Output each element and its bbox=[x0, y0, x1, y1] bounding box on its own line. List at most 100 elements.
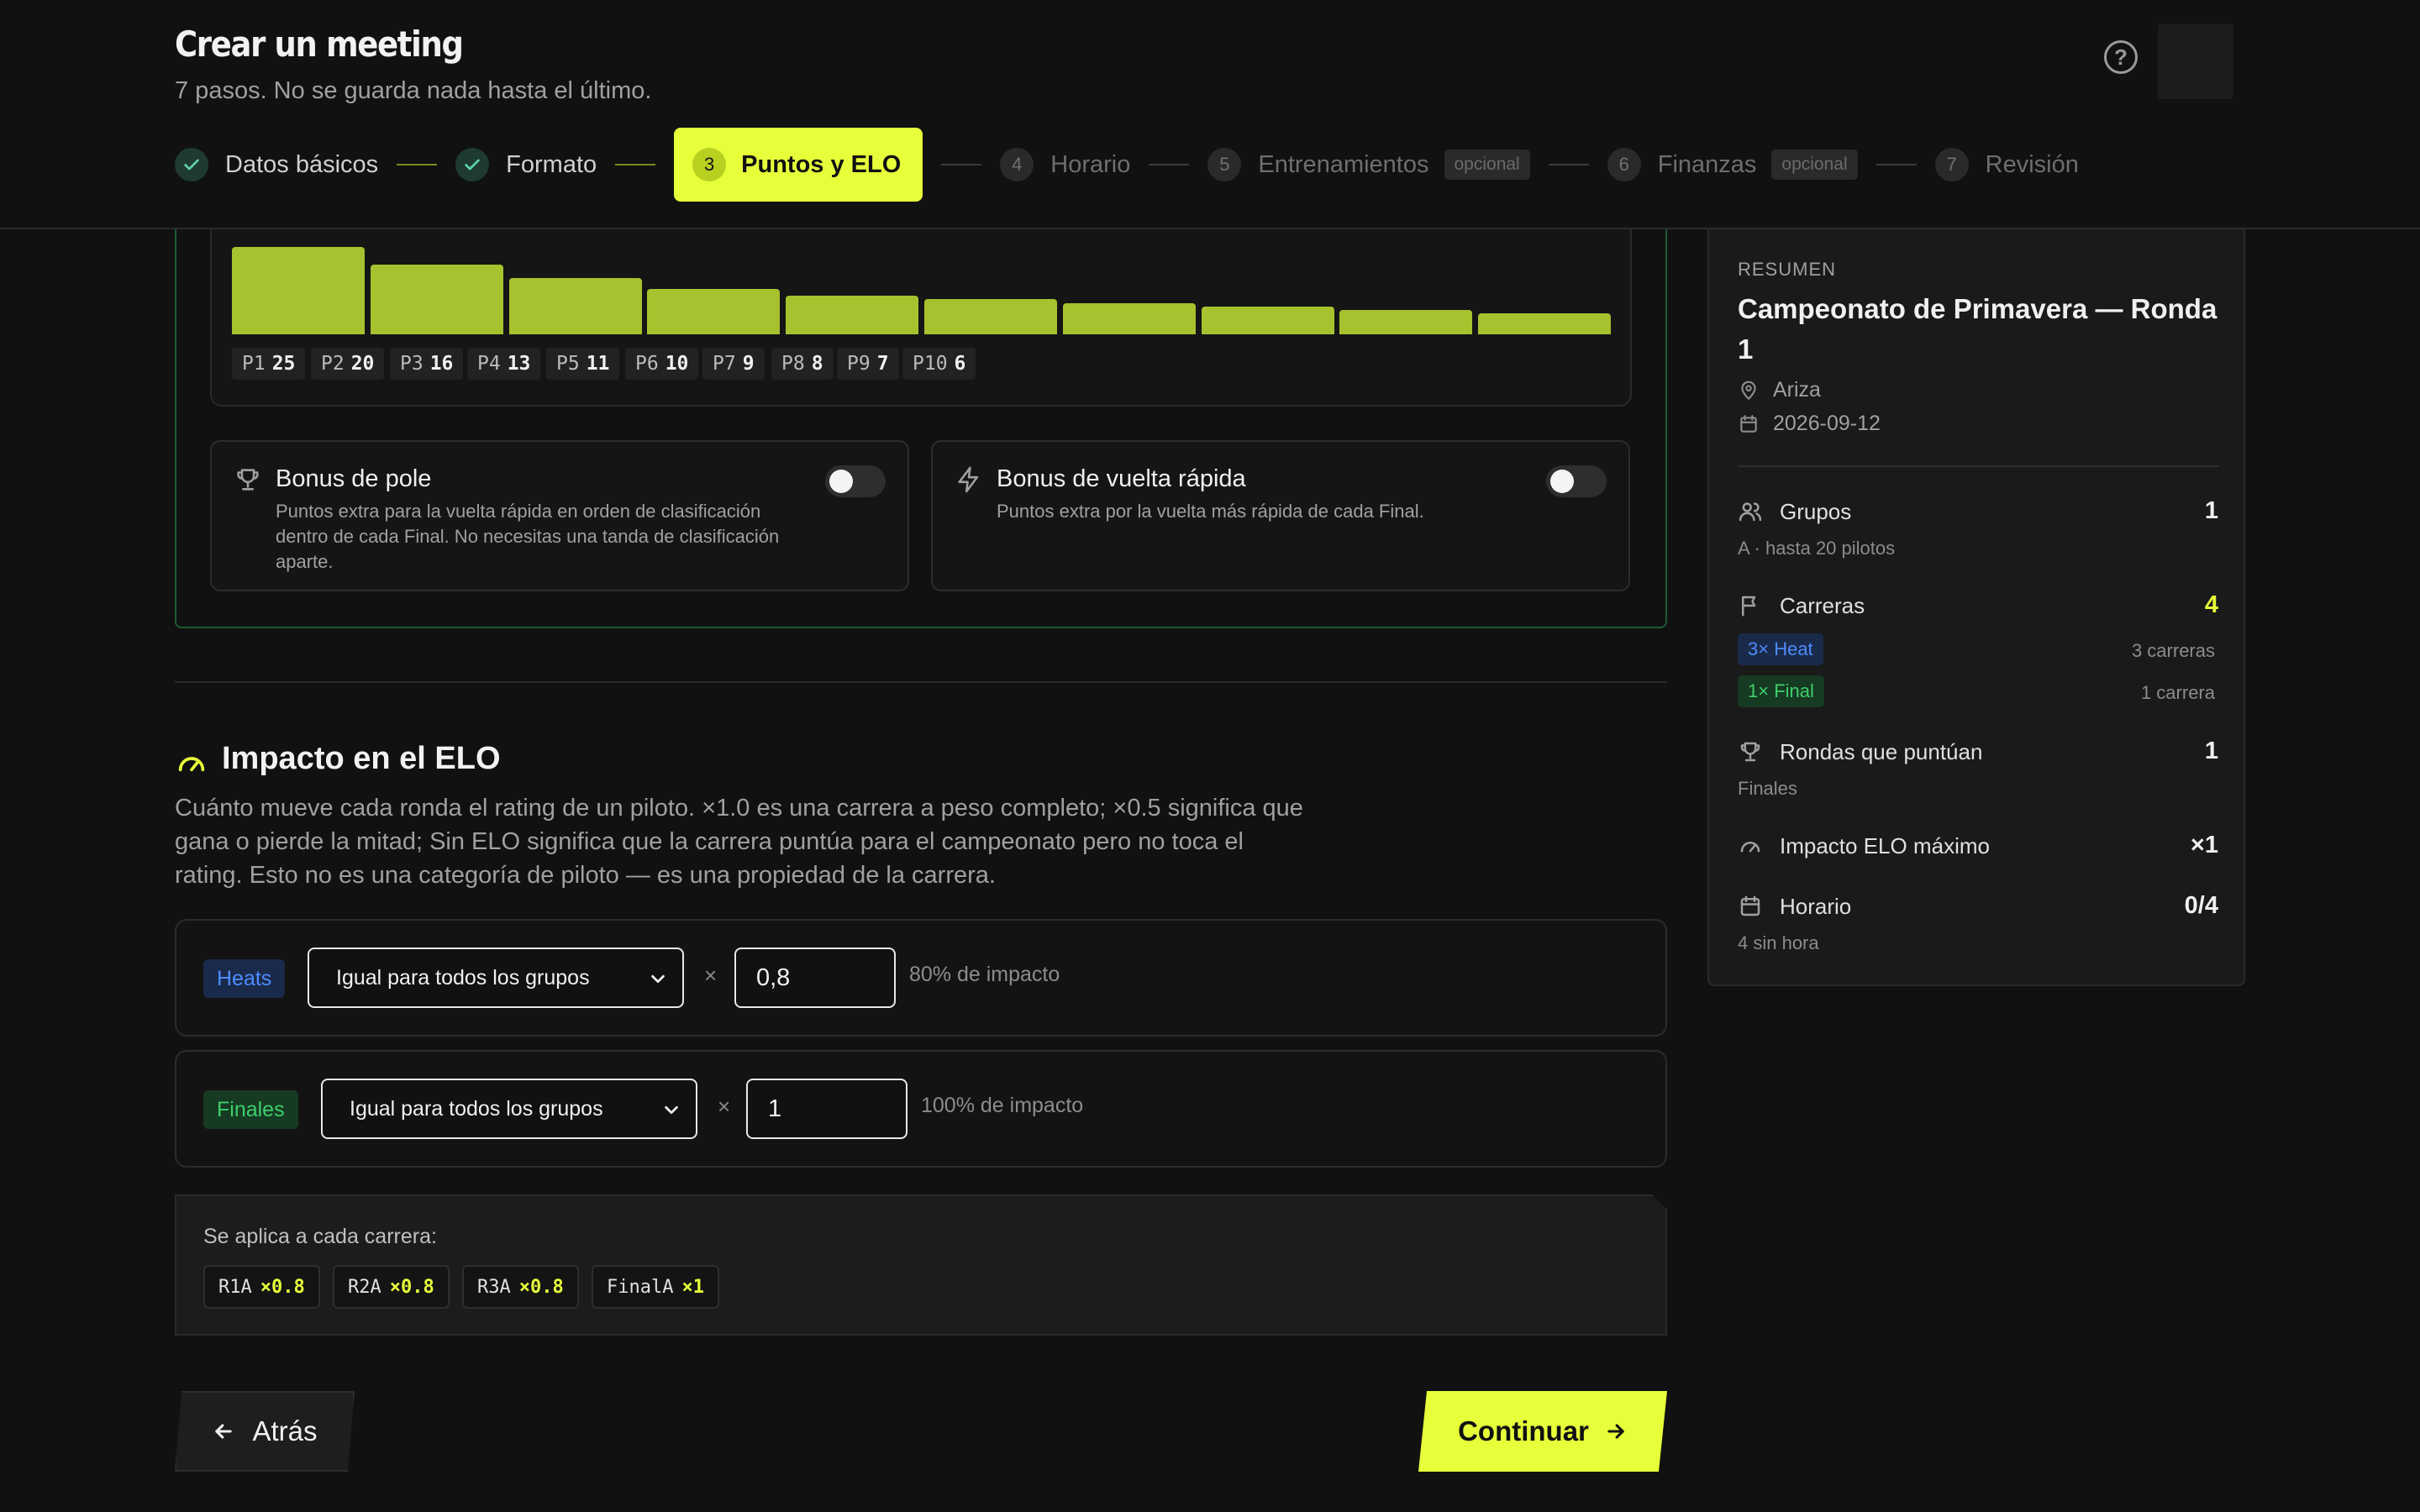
points-bar bbox=[924, 299, 1057, 334]
page-title: Crear un meeting bbox=[175, 24, 464, 65]
race-mult: ×0.8 bbox=[260, 1276, 305, 1298]
help-button[interactable]: ? bbox=[2104, 40, 2138, 74]
users-icon bbox=[1739, 502, 1762, 522]
position-points: 9 bbox=[742, 353, 755, 375]
gauge-icon bbox=[178, 757, 205, 772]
apply-label: Se aplica a cada carrera: bbox=[203, 1225, 437, 1248]
step-revision[interactable]: 7 Revisión bbox=[1934, 128, 2079, 202]
position-label: P6 bbox=[635, 353, 659, 375]
step-datos-basicos[interactable]: Datos básicos bbox=[175, 128, 378, 202]
step-connector bbox=[1876, 164, 1917, 165]
position-points: 7 bbox=[876, 353, 889, 375]
step-puntos-elo[interactable]: 3 Puntos y ELO bbox=[674, 128, 923, 202]
points-bar bbox=[1062, 303, 1196, 334]
position-chip: P3 16 bbox=[390, 348, 464, 380]
date-text: 2026-09-12 bbox=[1773, 412, 1881, 435]
position-chip: P6 10 bbox=[625, 348, 699, 380]
position-chip: P4 13 bbox=[467, 348, 541, 380]
position-points: 11 bbox=[586, 353, 610, 375]
points-bar bbox=[1339, 310, 1473, 334]
finales-multiplier-input[interactable]: 1 bbox=[746, 1079, 908, 1139]
race-name: R2A bbox=[348, 1276, 381, 1298]
scoring-sub: Finales bbox=[1738, 778, 1797, 799]
step-number: 3 bbox=[692, 148, 727, 181]
step-label: Formato bbox=[506, 150, 597, 178]
position-chip: P10 6 bbox=[902, 348, 976, 380]
step-horario[interactable]: 4 Horario bbox=[1000, 128, 1130, 202]
position-label: P7 bbox=[713, 353, 736, 375]
summary-date: 2026-09-12 bbox=[1738, 412, 1881, 436]
race-mult: ×0.8 bbox=[518, 1276, 564, 1298]
trophy-icon bbox=[237, 469, 259, 491]
race-mult: ×0.8 bbox=[389, 1276, 434, 1298]
position-chip: P5 11 bbox=[546, 348, 620, 380]
position-label: P1 bbox=[242, 353, 266, 375]
position-points: 16 bbox=[429, 353, 454, 375]
multiply-sign: × bbox=[704, 963, 718, 988]
heats-group-select[interactable]: Igual para todos los grupos bbox=[308, 948, 684, 1008]
position-chip: P9 7 bbox=[837, 348, 899, 380]
races-label: Carreras bbox=[1780, 593, 1865, 618]
check-icon bbox=[175, 148, 208, 181]
bonus-fastest-lap-title: Bonus de vuelta rápida bbox=[997, 465, 1246, 492]
schedule-sub: 4 sin hora bbox=[1738, 932, 1819, 953]
summary-schedule-row: Horario 0/4 bbox=[1738, 890, 2218, 924]
step-entrenamientos[interactable]: 5 Entrenamientos opcional bbox=[1207, 128, 1530, 202]
final-pill: 1× Final bbox=[1738, 675, 1824, 707]
select-value: Igual para todos los grupos bbox=[336, 965, 590, 990]
position-label: P4 bbox=[477, 353, 501, 375]
continue-label: Continuar bbox=[1458, 1415, 1589, 1446]
position-chip: P2 20 bbox=[311, 348, 385, 380]
step-number: 5 bbox=[1207, 148, 1242, 181]
step-connector bbox=[941, 164, 982, 165]
bonus-pole-toggle[interactable] bbox=[825, 465, 886, 497]
calendar-icon bbox=[1740, 895, 1760, 916]
points-bar bbox=[786, 296, 919, 334]
chevron-down-icon bbox=[651, 974, 665, 984]
step-number: 7 bbox=[1934, 148, 1969, 181]
step-label: Horario bbox=[1050, 150, 1131, 178]
continue-button[interactable]: Continuar bbox=[1418, 1391, 1667, 1472]
avatar[interactable] bbox=[2158, 24, 2233, 99]
groups-sub: A · hasta 20 pilotos bbox=[1738, 538, 1896, 559]
optional-badge: opcional bbox=[1771, 150, 1858, 180]
points-bar bbox=[1478, 313, 1612, 334]
position-points: 10 bbox=[665, 353, 689, 375]
finales-group-select[interactable]: Igual para todos los grupos bbox=[321, 1079, 697, 1139]
step-connector bbox=[1548, 164, 1589, 165]
heats-multiplier-input[interactable]: 0,8 bbox=[734, 948, 896, 1008]
step-finanzas[interactable]: 6 Finanzas opcional bbox=[1607, 128, 1858, 202]
check-icon bbox=[455, 148, 490, 181]
race-chip: FinalA ×1 bbox=[592, 1265, 719, 1309]
step-connector bbox=[615, 164, 656, 165]
multiply-sign: × bbox=[718, 1094, 731, 1119]
groups-label: Grupos bbox=[1780, 499, 1852, 524]
elo-section-desc: Cuánto mueve cada ronda el rating de un … bbox=[175, 795, 1303, 889]
position-label: P9 bbox=[847, 353, 871, 375]
stepper: Datos básicos Formato 3 Puntos y ELO 4 H… bbox=[175, 128, 2079, 202]
step-number: 4 bbox=[1000, 148, 1034, 181]
bonus-fastest-lap-toggle[interactable] bbox=[1546, 465, 1607, 497]
step-label: Revisión bbox=[1985, 150, 2079, 178]
calendar-icon bbox=[1740, 414, 1757, 433]
position-points: 13 bbox=[507, 353, 531, 375]
summary-panel: RESUMEN Campeonato de Primavera — Ronda … bbox=[1707, 218, 2245, 986]
position-points: 25 bbox=[271, 353, 296, 375]
points-bar bbox=[508, 278, 642, 334]
race-chip: R3A ×0.8 bbox=[462, 1265, 579, 1309]
back-button[interactable]: Atrás bbox=[175, 1391, 355, 1472]
position-chip: P1 25 bbox=[232, 348, 306, 380]
summary-scoring-row: Rondas que puntúan 1 bbox=[1738, 736, 2218, 769]
heat-pill: 3× Heat bbox=[1738, 633, 1823, 665]
step-label: Puntos y ELO bbox=[741, 150, 902, 178]
map-pin-icon bbox=[1741, 381, 1756, 400]
scoring-value: 1 bbox=[2204, 738, 2218, 764]
bonus-fastest-lap-card: Bonus de vuelta rápida Puntos extra por … bbox=[931, 440, 1630, 591]
bonus-pole-card: Bonus de pole Puntos extra para la vuelt… bbox=[210, 440, 909, 591]
race-name: FinalA bbox=[607, 1276, 674, 1298]
bonus-fastest-lap-desc: Puntos extra por la vuelta más rápida de… bbox=[997, 501, 1424, 522]
step-formato[interactable]: Formato bbox=[455, 128, 597, 202]
select-value: Igual para todos los grupos bbox=[350, 1096, 603, 1121]
gauge-icon bbox=[1740, 842, 1760, 853]
input-value: 0,8 bbox=[756, 963, 791, 991]
